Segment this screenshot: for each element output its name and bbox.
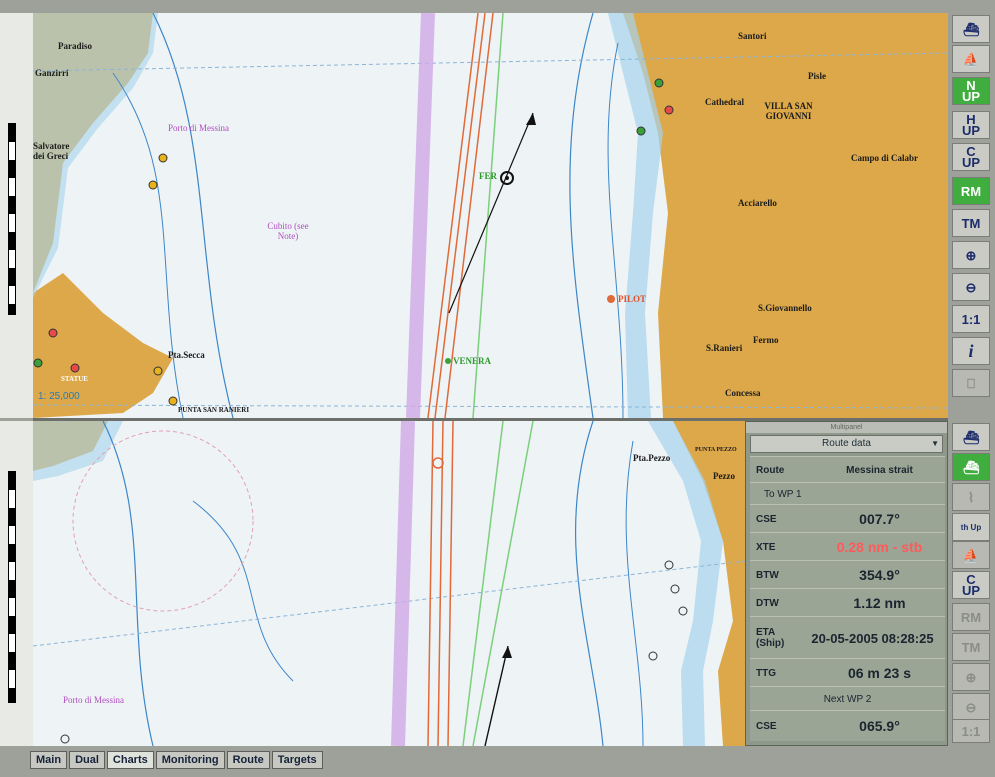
chart-view-top[interactable]: Paradiso Ganzirri Porto di Messina Salva… [33,13,948,421]
relative-motion-button[interactable]: RM [952,177,990,205]
ttg-label: TTG [756,667,776,679]
route-icon[interactable]: ⌇ [952,483,990,511]
next-cse-label: CSE [756,720,777,732]
eta-value: 20-05-2005 08:28:25 [811,630,934,646]
eta-row: ETA (Ship) 20-05-2005 08:28:25 [750,616,945,659]
place-label: Fermo [753,335,779,345]
nav-label-pilot: PILOT [618,294,647,304]
zoom-in-icon[interactable]: ⊕ [952,241,990,269]
nav-label-fer: FER [479,171,497,181]
place-label: Santori [738,31,767,41]
dropdown-value: Route data [822,438,871,449]
ship-up-icon[interactable]: ⛵ [952,45,990,73]
place-label: Ganzirri [35,68,69,78]
head-up-button[interactable]: H UP [952,111,990,139]
xte-value: 0.28 nm - stb [836,539,923,555]
cse-label: CSE [756,513,777,525]
tab-monitoring[interactable]: Monitoring [155,751,225,769]
to-wp-row: To WP 1 [750,482,945,505]
zoom-out-icon[interactable]: ⊖ [952,693,990,721]
place-label: PUNTA PEZZO [695,447,737,453]
xte-row: XTE 0.28 nm - stb [750,532,945,561]
tab-targets[interactable]: Targets [271,751,323,769]
course-up-button[interactable]: C UP [952,143,990,171]
tab-charts[interactable]: Charts [106,751,154,769]
route-row: Route Messina strait [750,456,945,483]
place-label: S.Ranieri [706,343,743,353]
btw-label: BTW [756,569,779,581]
dtw-value: 1.12 nm [853,595,906,611]
next-wp-row: Next WP 2 [750,686,945,711]
toolbar-top: ⛴ ⛵ N UP H UP C UP RM TM ⊕ ⊖ 1:1 i ⎕ [952,13,992,418]
ttg-row: TTG 06 m 23 s [750,658,945,687]
next-wp-label: Next WP 2 [823,693,872,705]
north-up-button[interactable]: th Up [952,513,990,541]
mode-tabs: Main Dual Charts Monitoring Route Target… [30,751,325,769]
place-label: Campo di Calabr [851,153,919,163]
place-label: STATUE [61,375,88,383]
route-label: Route [756,464,785,476]
ttg-value: 06 m 23 s [847,665,912,681]
ship-green-icon[interactable]: ⛴ [952,453,990,481]
xte-label: XTE [756,541,776,553]
place-label: Porto di Messina [168,123,230,133]
course-up-button[interactable]: C UP [952,571,990,599]
scale-readout: 1: 25,000 [38,391,80,402]
relative-motion-button[interactable]: RM [952,603,990,631]
place-label: VILLA SAN GIOVANNI [764,101,813,121]
route-data-panel: Multipanel Route data ▼ Route Messina st… [745,421,948,746]
dtw-label: DTW [756,597,779,609]
place-label: S.Giovannello [758,303,812,313]
place-label: Paradiso [58,41,93,51]
next-cse-value: 065.9° [859,718,900,734]
tab-main[interactable]: Main [30,751,68,769]
place-label: Pta.Secca [168,350,205,360]
ship-icon[interactable]: ⛴ [952,423,990,451]
panel-type-dropdown[interactable]: Route data ▼ [750,435,943,453]
cse-row: CSE 007.7° [750,504,945,533]
true-motion-button[interactable]: TM [952,209,990,237]
place-label: PUNTA SAN RANIERI [178,406,250,414]
place-label: Pezzo [713,471,735,481]
north-up-button[interactable]: N UP [952,77,990,105]
toolbar-bottom: ⛴ ⛴ ⌇ th Up ⛵ C UP RM TM ⊕ ⊖ 1:1 [952,421,992,746]
panel-titlebar[interactable]: Multipanel [746,422,947,433]
route-name: Messina strait [846,464,913,476]
eta-label: ETA (Ship) [756,627,785,649]
cse-value: 007.7° [859,511,900,527]
zoom-in-icon[interactable]: ⊕ [952,663,990,691]
scale-1-1-button[interactable]: 1:1 [952,719,990,743]
dtw-row: DTW 1.12 nm [750,588,945,617]
place-label: Acciarello [738,198,777,208]
scale-1-1-button[interactable]: 1:1 [952,305,990,333]
nav-label-venera: VENERA [453,356,492,366]
ship-up-icon[interactable]: ⛵ [952,541,990,569]
chevron-down-icon: ▼ [931,439,939,448]
tab-dual[interactable]: Dual [69,751,105,769]
app-window: Paradiso Ganzirri Porto di Messina Salva… [0,0,995,777]
info-icon[interactable]: i [952,337,990,365]
scale-bar-top [0,13,33,418]
to-wp-label: To WP 1 [764,488,802,500]
scale-ruler [8,123,16,315]
place-label: Porto di Messina [63,695,125,705]
zoom-out-icon[interactable]: ⊖ [952,273,990,301]
place-label: Concessa [725,388,761,398]
ship-icon[interactable]: ⛴ [952,15,990,43]
panel-icon[interactable]: ⎕ [952,369,990,397]
scale-bar-bottom [0,421,33,746]
place-label: Salvatore dei Greci [33,141,70,161]
place-label: Pisle [808,71,826,81]
place-label: Cathedral [705,97,744,107]
scale-ruler [8,471,16,703]
next-cse-row: CSE 065.9° [750,710,945,741]
place-label: Cubito (see Note) [267,221,309,241]
btw-row: BTW 354.9° [750,560,945,589]
btw-value: 354.9° [859,567,900,583]
place-label: Pta.Pezzo [633,453,671,463]
tab-route[interactable]: Route [226,751,270,769]
true-motion-button[interactable]: TM [952,633,990,661]
